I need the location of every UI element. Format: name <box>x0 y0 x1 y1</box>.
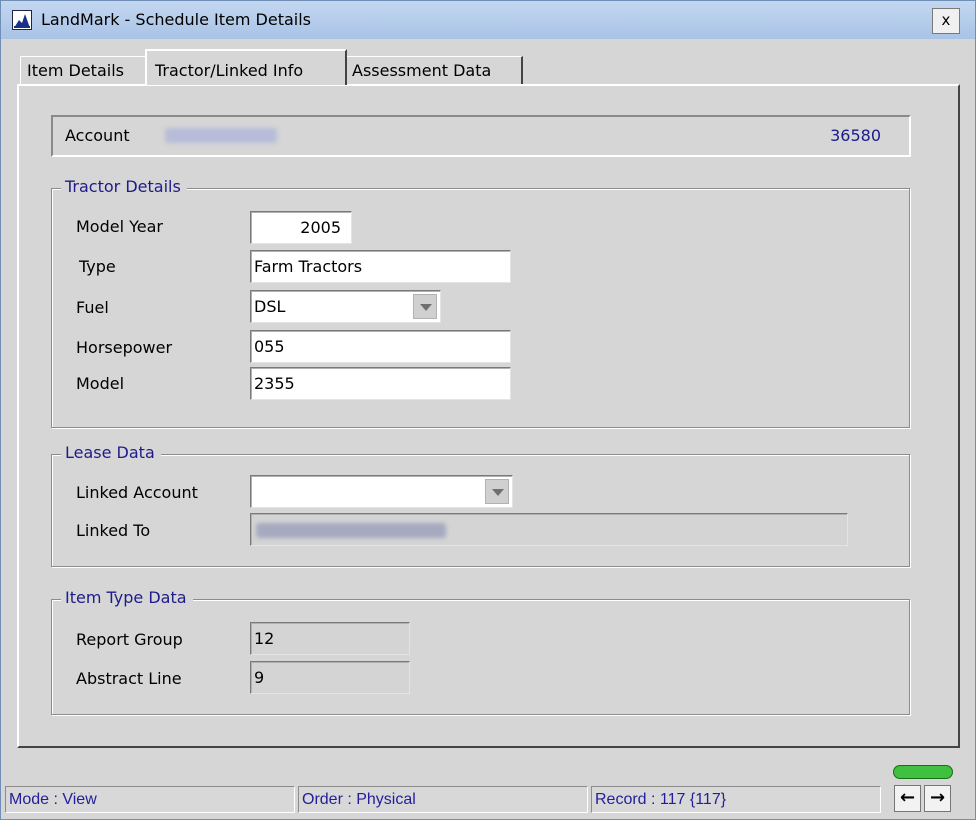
abstract-line-field: 9 <box>250 661 410 694</box>
next-record-button[interactable]: → <box>924 785 951 812</box>
horsepower-label: Horsepower <box>76 338 173 357</box>
status-record: Record : 117 {117} <box>591 786 881 813</box>
landmark-app-icon <box>12 10 32 30</box>
type-label: Type <box>79 257 116 276</box>
lease-data-legend: Lease Data <box>61 443 161 462</box>
item-type-data-group <box>51 599 910 715</box>
previous-record-button[interactable]: ← <box>894 785 921 812</box>
close-button[interactable]: x <box>932 8 960 34</box>
type-field[interactable]: Farm Tractors <box>250 250 511 283</box>
model-year-field[interactable]: 2005 <box>250 211 352 244</box>
report-group-label: Report Group <box>76 630 183 649</box>
model-year-label: Model Year <box>76 217 163 236</box>
linked-account-label: Linked Account <box>76 483 198 502</box>
status-indicator-light <box>893 765 953 779</box>
account-name-redacted <box>165 128 277 143</box>
abstract-line-label: Abstract Line <box>76 669 182 688</box>
fuel-value: DSL <box>254 297 286 316</box>
item-type-data-legend: Item Type Data <box>61 588 193 607</box>
tab-assessment-data[interactable]: Assessment Data <box>347 56 523 84</box>
tab-item-details[interactable]: Item Details <box>20 56 146 84</box>
linked-account-dropdown-arrow-icon[interactable] <box>485 479 509 504</box>
status-mode: Mode : View <box>5 786 295 813</box>
model-field[interactable]: 2355 <box>250 367 511 400</box>
title-bar: LandMark - Schedule Item Details x <box>1 1 975 39</box>
tractor-details-legend: Tractor Details <box>61 177 187 196</box>
window-title: LandMark - Schedule Item Details <box>41 10 311 29</box>
account-number: 36580 <box>830 126 881 145</box>
lease-data-group <box>51 454 910 567</box>
tab-tractor-linked-info[interactable]: Tractor/Linked Info <box>145 49 347 85</box>
status-order: Order : Physical <box>298 786 588 813</box>
fuel-label: Fuel <box>76 298 109 317</box>
linked-account-select[interactable] <box>250 475 513 508</box>
fuel-dropdown-arrow-icon[interactable] <box>413 294 437 319</box>
account-label: Account <box>65 126 130 145</box>
linked-to-label: Linked To <box>76 521 151 540</box>
report-group-field: 12 <box>250 622 410 655</box>
linked-to-name-redacted <box>256 523 446 538</box>
model-label: Model <box>76 374 125 393</box>
fuel-select[interactable]: DSL <box>250 290 441 323</box>
linked-to-field <box>250 513 848 546</box>
horsepower-field[interactable]: 055 <box>250 330 511 363</box>
